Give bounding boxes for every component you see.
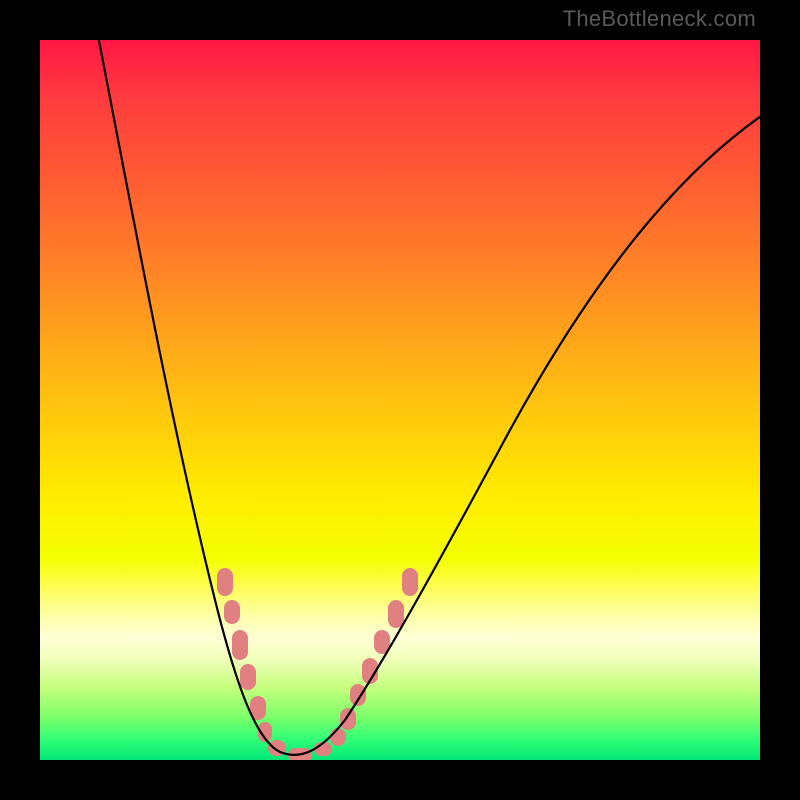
outer-frame: TheBottleneck.com	[0, 0, 800, 800]
marker-group	[217, 568, 418, 760]
chart-svg	[40, 40, 760, 760]
curve-marker	[340, 708, 356, 730]
plot-area	[40, 40, 760, 760]
bottleneck-curve	[95, 40, 760, 755]
curve-marker	[402, 568, 418, 596]
curve-marker	[232, 630, 248, 660]
curve-marker	[224, 600, 240, 624]
watermark-text: TheBottleneck.com	[563, 6, 756, 32]
curve-marker	[350, 684, 366, 706]
curve-marker	[217, 568, 233, 596]
curve-marker	[240, 664, 256, 690]
curve-marker	[330, 728, 346, 746]
curve-marker	[388, 600, 404, 628]
